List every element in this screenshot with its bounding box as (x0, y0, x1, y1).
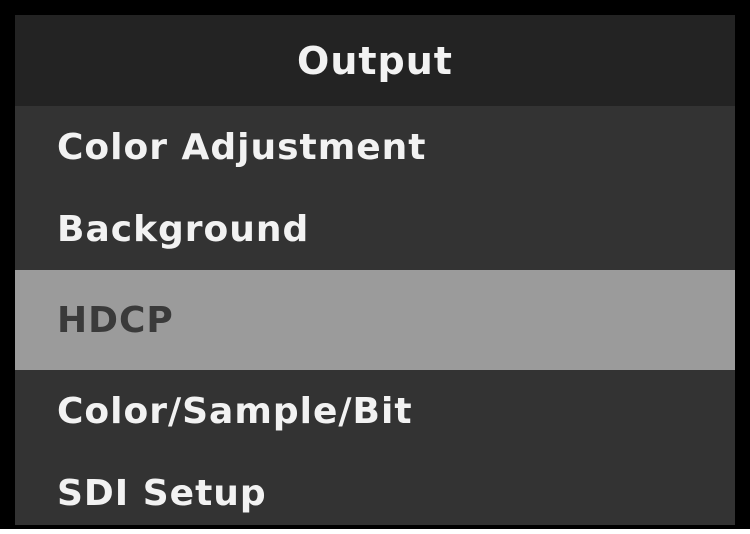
menu-item-color-sample-bit[interactable]: Color/Sample/Bit (15, 370, 735, 452)
menu-panel: Output Color Adjustment Background HDCP … (0, 0, 750, 529)
menu-item-hdcp[interactable]: HDCP (15, 270, 735, 370)
menu-item-sdi-setup[interactable]: SDI Setup (15, 452, 735, 534)
menu-item-background[interactable]: Background (15, 188, 735, 270)
menu-title: Output (15, 15, 735, 106)
menu-item-color-adjustment[interactable]: Color Adjustment (15, 106, 735, 188)
menu-list: Color Adjustment Background HDCP Color/S… (15, 106, 735, 534)
